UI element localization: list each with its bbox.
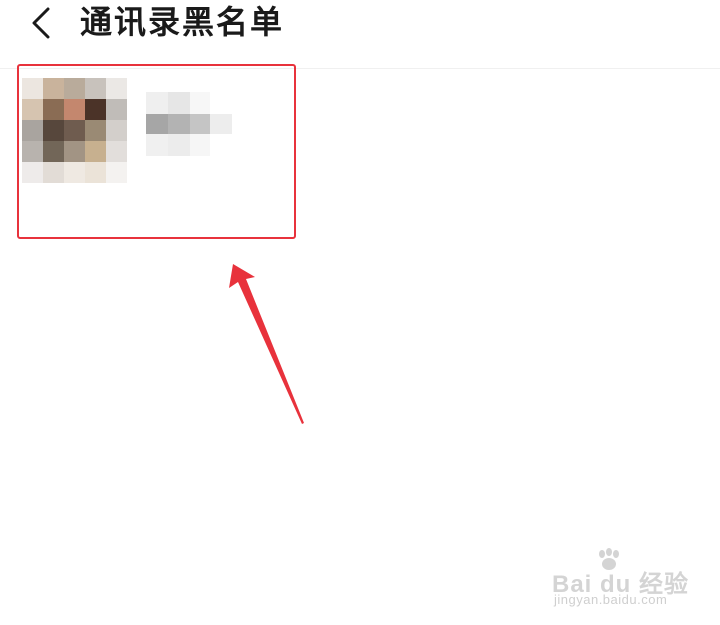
contact-name-pixelated bbox=[146, 92, 232, 158]
baidu-jingyan-watermark: Bai du 经验 jingyan.baidu.com bbox=[548, 548, 698, 608]
avatar[interactable] bbox=[22, 78, 127, 183]
top-bar: 通讯录黑名单 bbox=[0, 0, 720, 69]
blacklist-contact-row[interactable] bbox=[20, 68, 296, 238]
page-title: 通讯录黑名单 bbox=[80, 3, 285, 41]
chevron-left-icon bbox=[32, 7, 50, 39]
watermark-url: jingyan.baidu.com bbox=[554, 592, 668, 607]
back-button[interactable] bbox=[20, 0, 60, 46]
